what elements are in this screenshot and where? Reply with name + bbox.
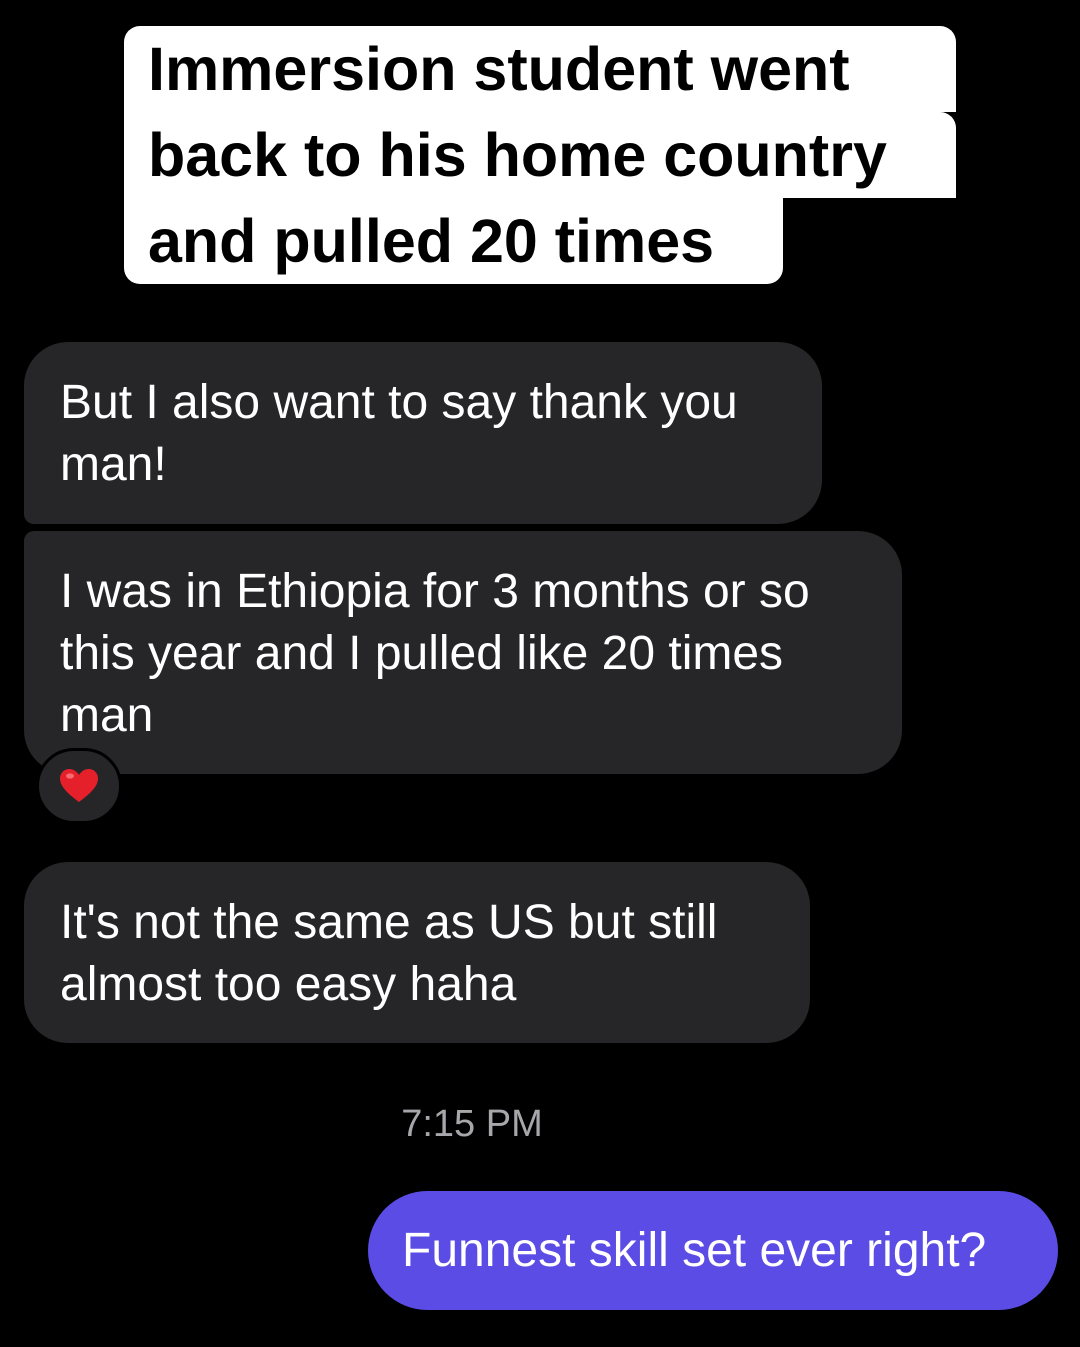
message-text-line: man [60,689,154,742]
caption-line: and pulled 20 times [124,198,783,284]
outgoing-message-bubble[interactable]: Funnest skill set ever right? [368,1191,1058,1310]
message-text-line: almost too easy haha [60,958,517,1011]
heart-icon [60,769,98,802]
message-text-line: I was in Ethiopia for 3 months or so [60,565,810,618]
incoming-message-bubble[interactable]: But I also want to say thank you man! [24,342,822,524]
incoming-message-bubble[interactable]: I was in Ethiopia for 3 months or so thi… [24,531,902,774]
message-text-line: But I also want to say thank you [60,376,738,429]
heart-reaction[interactable] [36,748,122,824]
message-text-line: this year and I pulled like 20 times [60,627,784,680]
incoming-message-bubble[interactable]: It's not the same as US but still almost… [24,862,810,1043]
message-text-line: It's not the same as US but still [60,896,718,949]
caption-line: back to his home country [124,112,956,198]
caption-line: Immersion student went [124,26,956,112]
message-text: Funnest skill set ever right? [402,1224,987,1277]
message-text-line: man! [60,438,167,491]
caption-overlay: Immersion student went back to his home … [124,26,964,284]
message-timestamp: 7:15 PM [401,1103,543,1145]
